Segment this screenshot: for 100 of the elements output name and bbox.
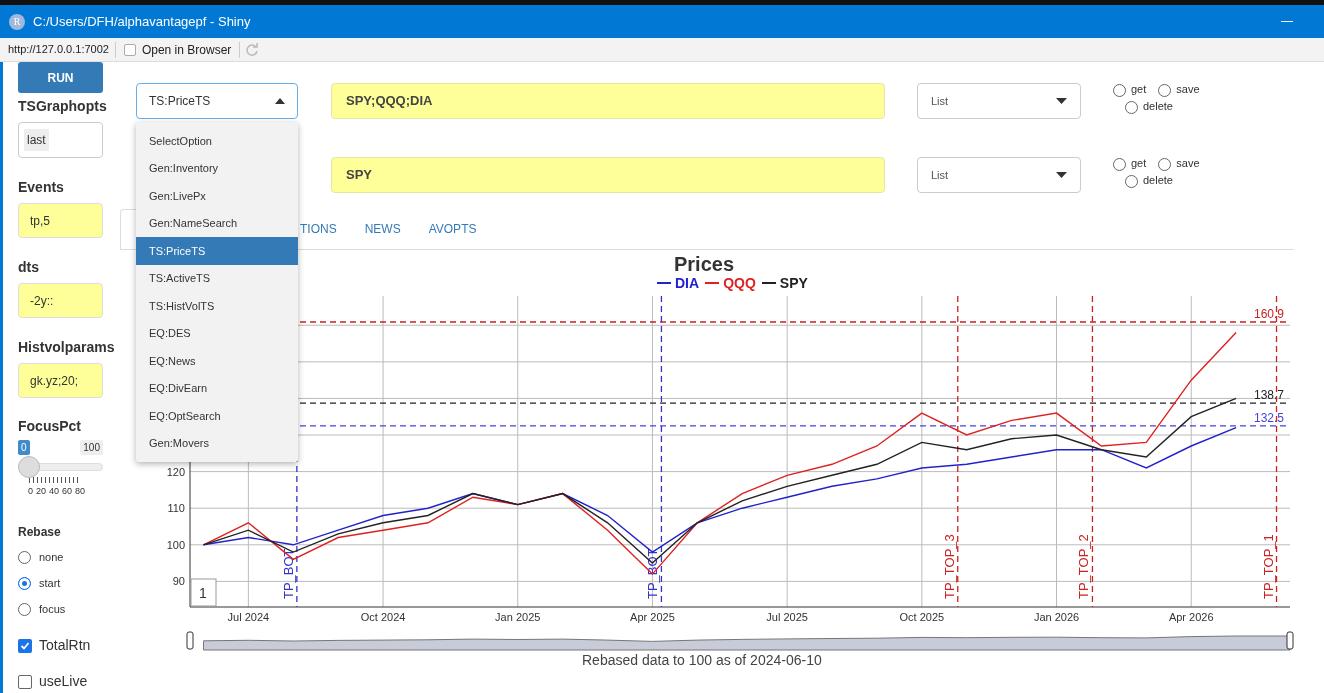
radio-button[interactable] — [1125, 100, 1138, 114]
radio-label: delete — [1143, 98, 1173, 114]
open-in-browser-button[interactable]: Open in Browser — [115, 40, 240, 59]
dropdown-option[interactable]: Gen:Inventory — [136, 154, 298, 182]
event-label: TP_BOT — [280, 548, 296, 599]
dropdown-option[interactable]: Gen:Movers — [136, 429, 298, 457]
range-navigator[interactable] — [202, 635, 1291, 651]
radio-label: none — [39, 550, 64, 566]
x-tick-label: Oct 2025 — [899, 611, 945, 623]
slider-min-label: 0 — [18, 440, 30, 455]
dropdown-option[interactable]: EQ:OptSearch — [136, 402, 298, 430]
tab[interactable]: TIONS — [296, 209, 351, 249]
checkbox[interactable] — [18, 674, 32, 689]
dropdown-option[interactable]: TS:ActiveTS — [136, 264, 298, 292]
field-label: FocusPct — [18, 417, 82, 436]
radio-button[interactable] — [1125, 174, 1138, 188]
slider-tick-label: 20 — [36, 485, 47, 498]
radio-button[interactable] — [1158, 158, 1172, 171]
slider[interactable] — [18, 456, 103, 478]
chart-caption: Rebased data to 100 as of 2024-06-10 — [582, 652, 822, 668]
plot-badge: 1 — [190, 578, 217, 607]
window-title: C:/Users/DFH/alphavantagepf - Shiny — [33, 12, 251, 31]
field-label: Histvolparams — [18, 338, 116, 357]
checkbox-label: useLive — [39, 672, 88, 691]
url-text: http://127.0.0.1:7002 — [7, 42, 110, 58]
radio-button[interactable] — [18, 577, 31, 590]
caret-icon — [275, 98, 285, 104]
legend-item: DIA — [657, 276, 700, 290]
tab[interactable]: AVOPTS — [414, 209, 491, 249]
y-tick-label: 110 — [167, 502, 185, 515]
dropdown-option[interactable]: SelectOption — [136, 127, 298, 155]
ticker-field[interactable]: SPY;QQQ;DIA — [331, 83, 885, 119]
slider-tick-label: 60 — [62, 485, 73, 498]
radio-button[interactable] — [18, 603, 31, 616]
tab[interactable]: NEWS — [350, 209, 415, 249]
x-tick-label: Jul 2024 — [227, 611, 270, 623]
slider-tick-label: 80 — [75, 485, 86, 498]
x-tick-label: Jan 2025 — [495, 611, 541, 623]
event-label: TP_TOP_3 — [941, 534, 957, 599]
y-tick-label: 120 — [166, 465, 185, 478]
list-select[interactable]: List — [917, 157, 1081, 193]
field-label: TSGraphopts — [18, 97, 108, 116]
dropdown-option[interactable]: TS:PriceTS — [136, 237, 298, 265]
radio-label: focus — [39, 602, 66, 618]
dropdown-option[interactable]: Gen:LivePx — [136, 182, 298, 210]
slider-thumb[interactable] — [18, 456, 40, 478]
dropdown-option[interactable]: EQ:DivEarn — [136, 374, 298, 402]
x-tick-label: Jan 2026 — [1033, 611, 1080, 623]
reference-label: 138.7 — [1253, 388, 1284, 403]
radio-label: save — [1176, 82, 1200, 97]
browser-icon — [123, 43, 136, 56]
range-handle[interactable] — [186, 631, 194, 650]
input-field[interactable]: last — [18, 122, 103, 158]
checkbox-label: TotalRtn — [39, 636, 91, 655]
slider-max-label: 100 — [80, 440, 103, 455]
app-icon: R — [9, 13, 25, 30]
x-tick-label: Jul 2025 — [766, 611, 808, 623]
x-tick-label: Oct 2024 — [360, 611, 406, 623]
radio-button[interactable] — [1113, 158, 1126, 171]
chart-title: Prices — [674, 252, 735, 276]
slider-tick-label: 40 — [49, 485, 60, 498]
checkbox[interactable] — [18, 638, 32, 653]
reference-label: 132.5 — [1253, 410, 1284, 425]
function-select[interactable]: TS:PriceTS — [136, 83, 298, 119]
input-field[interactable]: gk.yz;20; — [18, 363, 103, 398]
x-tick-label: Apr 2026 — [1168, 611, 1214, 623]
caret-icon — [1056, 98, 1067, 104]
x-tick-label: Apr 2025 — [630, 611, 675, 623]
field-label: Events — [18, 178, 65, 197]
event-label: TP_TOP_1 — [1260, 534, 1276, 599]
input-field[interactable]: -2y:: — [18, 283, 103, 318]
legend-item: SPY — [761, 276, 808, 290]
input-field[interactable]: tp,5 — [18, 203, 103, 238]
range-handle[interactable] — [1286, 631, 1294, 650]
dropdown-option[interactable]: Gen:NameSearch — [136, 209, 298, 237]
ticker-field[interactable]: SPY — [331, 157, 885, 193]
legend-item: QQQ — [705, 276, 756, 290]
radio-button[interactable] — [1113, 84, 1126, 97]
event-label: TP_BOT — [645, 548, 661, 599]
reference-label: 160.9 — [1253, 307, 1284, 321]
run-button[interactable]: RUN — [18, 62, 103, 93]
event-label: TP_TOP_2 — [1076, 534, 1092, 599]
field-label: dts — [18, 258, 40, 277]
caret-icon — [1056, 172, 1067, 178]
radio-label: start — [39, 576, 61, 592]
radio-button[interactable] — [1158, 84, 1172, 97]
y-tick-label: 100 — [166, 538, 185, 551]
dropdown-option[interactable]: EQ:News — [136, 347, 298, 375]
radio-label: get — [1131, 156, 1147, 171]
dropdown-option[interactable]: TS:HistVolTS — [136, 292, 298, 320]
dropdown-option[interactable]: EQ:DES — [136, 319, 298, 347]
chip: last — [24, 129, 49, 151]
radio-label: delete — [1143, 172, 1173, 188]
list-select[interactable]: List — [917, 83, 1081, 119]
radio-label: save — [1176, 156, 1200, 171]
group-label: Rebase — [18, 523, 62, 541]
y-tick-label: 90 — [172, 575, 185, 588]
slider-tick-label: 0 — [28, 485, 33, 498]
radio-label: get — [1131, 82, 1147, 97]
radio-button[interactable] — [18, 551, 31, 564]
